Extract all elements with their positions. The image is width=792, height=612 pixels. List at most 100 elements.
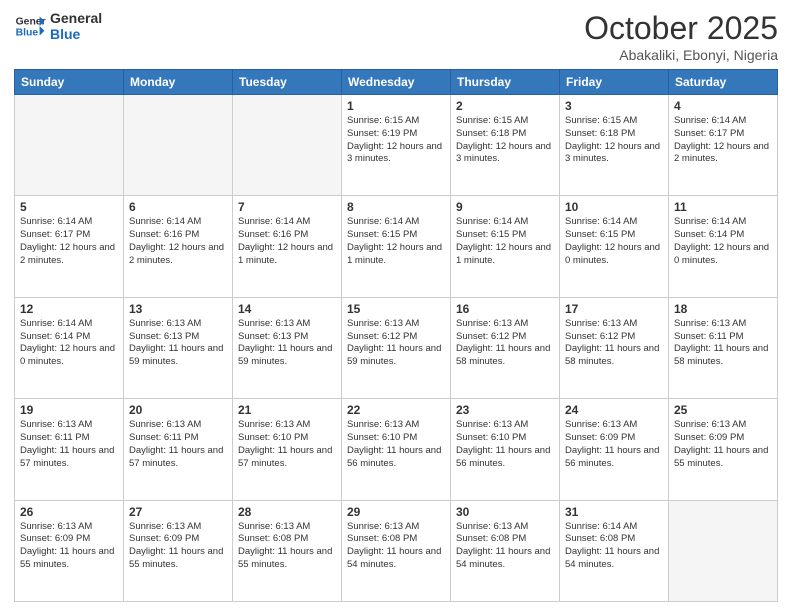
calendar-cell: 30Sunrise: 6:13 AM Sunset: 6:08 PM Dayli… bbox=[451, 500, 560, 601]
calendar-cell: 27Sunrise: 6:13 AM Sunset: 6:09 PM Dayli… bbox=[124, 500, 233, 601]
calendar-week-4: 26Sunrise: 6:13 AM Sunset: 6:09 PM Dayli… bbox=[15, 500, 778, 601]
weekday-header-row: SundayMondayTuesdayWednesdayThursdayFrid… bbox=[15, 70, 778, 95]
day-info: Sunrise: 6:13 AM Sunset: 6:12 PM Dayligh… bbox=[565, 318, 663, 369]
day-number: 27 bbox=[129, 505, 227, 519]
day-number: 1 bbox=[347, 99, 445, 113]
day-info: Sunrise: 6:13 AM Sunset: 6:11 PM Dayligh… bbox=[674, 318, 772, 369]
calendar-cell: 21 Sunrise: 6:13 AM Sunset: 6:10 PM Dayli… bbox=[233, 399, 342, 500]
page: General Blue General Blue October 2025 A… bbox=[0, 0, 792, 612]
day-info: Sunrise: 6:13 AM Sunset: 6:10 PM Dayligh… bbox=[347, 419, 445, 470]
day-number: 14 bbox=[238, 302, 336, 316]
calendar-cell: 7Sunrise: 6:14 AM Sunset: 6:16 PM Daylig… bbox=[233, 196, 342, 297]
day-number: 4 bbox=[674, 99, 772, 113]
day-number: 24 bbox=[565, 403, 663, 417]
day-info: Sunrise: 6:13 AM Sunset: 6:09 PM Dayligh… bbox=[674, 419, 772, 470]
day-info: Sunrise: 6:13 AM Sunset: 6:09 PM Dayligh… bbox=[565, 419, 663, 470]
day-number: 9 bbox=[456, 200, 554, 214]
day-number: 19 bbox=[20, 403, 118, 417]
calendar-cell: 17 Sunrise: 6:13 AM Sunset: 6:12 PM Dayli… bbox=[560, 297, 669, 398]
day-number: 15 bbox=[347, 302, 445, 316]
calendar-cell bbox=[15, 95, 124, 196]
weekday-header-saturday: Saturday bbox=[669, 70, 778, 95]
day-info: Sunrise: 6:14 AM Sunset: 6:15 PM Dayligh… bbox=[565, 216, 663, 267]
weekday-header-thursday: Thursday bbox=[451, 70, 560, 95]
calendar-cell: 16 Sunrise: 6:13 AM Sunset: 6:12 PM Dayli… bbox=[451, 297, 560, 398]
day-info: Sunrise: 6:14 AM Sunset: 6:17 PM Dayligh… bbox=[674, 115, 772, 166]
weekday-header-friday: Friday bbox=[560, 70, 669, 95]
day-info: Sunrise: 6:13 AM Sunset: 6:08 PM Dayligh… bbox=[347, 521, 445, 572]
day-number: 13 bbox=[129, 302, 227, 316]
day-info: Sunrise: 6:14 AM Sunset: 6:16 PM Dayligh… bbox=[238, 216, 336, 267]
day-info: Sunrise: 6:13 AM Sunset: 6:12 PM Dayligh… bbox=[347, 318, 445, 369]
header: General Blue General Blue October 2025 A… bbox=[14, 10, 778, 63]
calendar-table: SundayMondayTuesdayWednesdayThursdayFrid… bbox=[14, 69, 778, 602]
day-number: 26 bbox=[20, 505, 118, 519]
day-number: 2 bbox=[456, 99, 554, 113]
calendar-cell: 13Sunrise: 6:13 AM Sunset: 6:13 PM Dayli… bbox=[124, 297, 233, 398]
calendar-cell bbox=[669, 500, 778, 601]
calendar-cell: 20Sunrise: 6:13 AM Sunset: 6:11 PM Dayli… bbox=[124, 399, 233, 500]
day-info: Sunrise: 6:13 AM Sunset: 6:11 PM Dayligh… bbox=[20, 419, 118, 470]
calendar-cell: 15 Sunrise: 6:13 AM Sunset: 6:12 PM Dayli… bbox=[342, 297, 451, 398]
calendar-week-1: 5 Sunrise: 6:14 AM Sunset: 6:17 PM Daylig… bbox=[15, 196, 778, 297]
weekday-header-monday: Monday bbox=[124, 70, 233, 95]
day-number: 12 bbox=[20, 302, 118, 316]
calendar-cell: 23Sunrise: 6:13 AM Sunset: 6:10 PM Dayli… bbox=[451, 399, 560, 500]
day-info: Sunrise: 6:14 AM Sunset: 6:17 PM Dayligh… bbox=[20, 216, 118, 267]
day-info: Sunrise: 6:14 AM Sunset: 6:14 PM Dayligh… bbox=[674, 216, 772, 267]
day-info: Sunrise: 6:13 AM Sunset: 6:11 PM Dayligh… bbox=[129, 419, 227, 470]
day-number: 16 bbox=[456, 302, 554, 316]
calendar-week-3: 19 Sunrise: 6:13 AM Sunset: 6:11 PM Dayli… bbox=[15, 399, 778, 500]
title-block: October 2025 Abakaliki, Ebonyi, Nigeria bbox=[584, 10, 778, 63]
calendar-cell: 12 Sunrise: 6:14 AM Sunset: 6:14 PM Dayli… bbox=[15, 297, 124, 398]
day-number: 5 bbox=[20, 200, 118, 214]
weekday-header-sunday: Sunday bbox=[15, 70, 124, 95]
calendar-cell: 22 Sunrise: 6:13 AM Sunset: 6:10 PM Dayli… bbox=[342, 399, 451, 500]
day-number: 8 bbox=[347, 200, 445, 214]
day-number: 30 bbox=[456, 505, 554, 519]
day-number: 17 bbox=[565, 302, 663, 316]
calendar-cell: 3Sunrise: 6:15 AM Sunset: 6:18 PM Daylig… bbox=[560, 95, 669, 196]
day-number: 29 bbox=[347, 505, 445, 519]
logo-icon: General Blue bbox=[14, 10, 46, 42]
calendar-week-0: 1 Sunrise: 6:15 AM Sunset: 6:19 PM Daylig… bbox=[15, 95, 778, 196]
calendar-cell: 26Sunrise: 6:13 AM Sunset: 6:09 PM Dayli… bbox=[15, 500, 124, 601]
day-number: 22 bbox=[347, 403, 445, 417]
calendar-cell: 29 Sunrise: 6:13 AM Sunset: 6:08 PM Dayli… bbox=[342, 500, 451, 601]
day-number: 31 bbox=[565, 505, 663, 519]
calendar-cell: 1 Sunrise: 6:15 AM Sunset: 6:19 PM Daylig… bbox=[342, 95, 451, 196]
day-number: 28 bbox=[238, 505, 336, 519]
month-title: October 2025 bbox=[584, 10, 778, 47]
calendar-cell: 2 Sunrise: 6:15 AM Sunset: 6:18 PM Daylig… bbox=[451, 95, 560, 196]
day-info: Sunrise: 6:13 AM Sunset: 6:10 PM Dayligh… bbox=[238, 419, 336, 470]
calendar-cell: 11Sunrise: 6:14 AM Sunset: 6:14 PM Dayli… bbox=[669, 196, 778, 297]
day-info: Sunrise: 6:15 AM Sunset: 6:18 PM Dayligh… bbox=[456, 115, 554, 166]
svg-text:Blue: Blue bbox=[16, 28, 39, 39]
weekday-header-wednesday: Wednesday bbox=[342, 70, 451, 95]
day-info: Sunrise: 6:14 AM Sunset: 6:08 PM Dayligh… bbox=[565, 521, 663, 572]
calendar-cell: 19 Sunrise: 6:13 AM Sunset: 6:11 PM Dayli… bbox=[15, 399, 124, 500]
calendar-cell: 9 Sunrise: 6:14 AM Sunset: 6:15 PM Daylig… bbox=[451, 196, 560, 297]
calendar-cell bbox=[233, 95, 342, 196]
location-subtitle: Abakaliki, Ebonyi, Nigeria bbox=[584, 47, 778, 63]
day-info: Sunrise: 6:13 AM Sunset: 6:12 PM Dayligh… bbox=[456, 318, 554, 369]
calendar-cell: 14Sunrise: 6:13 AM Sunset: 6:13 PM Dayli… bbox=[233, 297, 342, 398]
day-info: Sunrise: 6:14 AM Sunset: 6:15 PM Dayligh… bbox=[347, 216, 445, 267]
calendar-cell: 24 Sunrise: 6:13 AM Sunset: 6:09 PM Dayli… bbox=[560, 399, 669, 500]
calendar-cell: 8 Sunrise: 6:14 AM Sunset: 6:15 PM Daylig… bbox=[342, 196, 451, 297]
calendar-cell: 25 Sunrise: 6:13 AM Sunset: 6:09 PM Dayli… bbox=[669, 399, 778, 500]
calendar-cell: 18 Sunrise: 6:13 AM Sunset: 6:11 PM Dayli… bbox=[669, 297, 778, 398]
calendar-cell: 5 Sunrise: 6:14 AM Sunset: 6:17 PM Daylig… bbox=[15, 196, 124, 297]
day-info: Sunrise: 6:14 AM Sunset: 6:14 PM Dayligh… bbox=[20, 318, 118, 369]
day-info: Sunrise: 6:14 AM Sunset: 6:16 PM Dayligh… bbox=[129, 216, 227, 267]
day-number: 25 bbox=[674, 403, 772, 417]
calendar-cell bbox=[124, 95, 233, 196]
logo-general: General bbox=[50, 10, 102, 26]
day-number: 21 bbox=[238, 403, 336, 417]
calendar-cell: 28Sunrise: 6:13 AM Sunset: 6:08 PM Dayli… bbox=[233, 500, 342, 601]
day-info: Sunrise: 6:15 AM Sunset: 6:19 PM Dayligh… bbox=[347, 115, 445, 166]
day-number: 18 bbox=[674, 302, 772, 316]
logo-blue: Blue bbox=[50, 26, 102, 42]
day-info: Sunrise: 6:14 AM Sunset: 6:15 PM Dayligh… bbox=[456, 216, 554, 267]
day-number: 23 bbox=[456, 403, 554, 417]
